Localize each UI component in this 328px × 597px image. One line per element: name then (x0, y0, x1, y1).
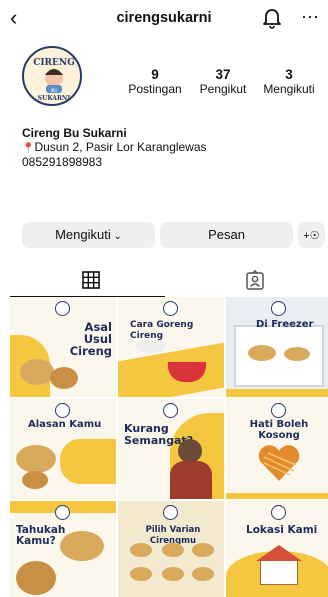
post-tile[interactable]: Cara Goreng Cireng (118, 297, 224, 397)
bell-icon[interactable] (262, 7, 282, 29)
avatar-logo-small: IBU (51, 88, 58, 93)
followers-count-value: 37 (215, 67, 231, 82)
chevron-down-icon: ⌄ (110, 231, 122, 242)
post-logo-icon (163, 301, 178, 316)
message-button[interactable]: Pesan (160, 222, 293, 248)
post-title: Kurang Semangat? (124, 422, 194, 447)
post-title: Asal Usul Cireng (69, 320, 112, 358)
message-button-label: Pesan (208, 227, 245, 242)
post-logo-icon (55, 403, 70, 418)
following-count-value: 3 (285, 67, 293, 82)
followers-count[interactable]: 37 Pengikut (193, 67, 253, 96)
post-title: Alasan Kamu (28, 419, 102, 430)
posts-count-label: Postingan (128, 82, 182, 96)
profile-location: 📍Dusun 2, Pasir Lor Karanglewas (22, 140, 207, 156)
following-count[interactable]: 3 Mengikuti (259, 67, 319, 96)
tagged-icon[interactable] (246, 269, 264, 290)
post-logo-icon (271, 301, 286, 316)
avatar-logo-top: CIRENG (33, 58, 75, 68)
profile-location-text: Dusun 2, Pasir Lor Karanglewas (34, 140, 207, 154)
profile-phone: 085291898983 (22, 155, 103, 169)
post-title: Tahukah Kamu? (16, 524, 66, 547)
avatar[interactable]: CIRENG IBU SUKARNI (22, 46, 82, 106)
post-logo-icon (271, 403, 286, 418)
post-logo-icon (55, 505, 70, 520)
top-bar: ‹ cirengsukarni ⋯ (0, 0, 328, 40)
post-tile[interactable]: Pilih Varian Cirengmu (118, 501, 224, 597)
post-logo-icon (55, 301, 70, 316)
post-tile[interactable]: Di Freezer (226, 297, 328, 397)
posts-grid: Asal Usul Cireng Cara Goreng Cireng Di F… (10, 297, 328, 597)
post-logo-icon (163, 403, 178, 418)
profile-tabs (0, 266, 328, 298)
grid-icon[interactable] (82, 271, 100, 289)
post-tile[interactable]: Alasan Kamu (10, 399, 116, 499)
post-title: Lokasi Kami (246, 524, 318, 536)
more-options-icon[interactable]: ⋯ (301, 8, 320, 26)
post-tile[interactable]: Lokasi Kami (226, 501, 328, 597)
add-user-button[interactable]: +☉ (298, 222, 325, 248)
following-button[interactable]: Mengikuti ⌄ (22, 222, 155, 248)
post-logo-icon (271, 505, 286, 520)
post-logo-icon (163, 505, 178, 520)
avatar-logo-bottom: SUKARNI (38, 95, 71, 102)
post-tile[interactable]: Kurang Semangat? (118, 399, 224, 499)
add-user-plus: + (303, 230, 310, 242)
followers-count-label: Pengikut (199, 82, 247, 96)
post-title: Di Freezer (256, 319, 314, 330)
post-tile[interactable]: Asal Usul Cireng (10, 297, 116, 397)
post-tile[interactable]: Hati Boleh Kosong (226, 399, 328, 499)
post-title: Hati Boleh Kosong (249, 419, 309, 441)
following-count-label: Mengikuti (263, 82, 315, 96)
add-user-icon: +☉ (303, 230, 320, 242)
location-pin-icon: 📍 (22, 143, 35, 154)
following-button-label: Mengikuti (55, 227, 111, 242)
profile-name: Cireng Bu Sukarni (22, 126, 127, 140)
posts-count-value: 9 (151, 67, 159, 82)
posts-count[interactable]: 9 Postingan (125, 67, 185, 96)
post-tile[interactable]: Tahukah Kamu? (10, 501, 116, 597)
